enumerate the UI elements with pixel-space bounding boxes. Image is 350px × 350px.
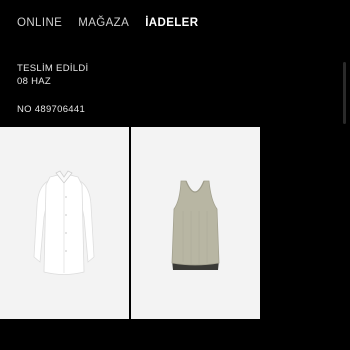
order-date: 08 HAZ: [17, 76, 52, 87]
order-type-tabs: ONLINE MAĞAZA İADELER: [17, 17, 198, 29]
scrollbar[interactable]: [343, 62, 346, 124]
product-tank-top[interactable]: [131, 127, 260, 319]
tab-store[interactable]: MAĞAZA: [78, 17, 129, 29]
order-status: TESLİM EDİLDİ: [17, 63, 89, 74]
product-shirt[interactable]: [0, 127, 129, 319]
tab-returns[interactable]: İADELER: [145, 17, 198, 29]
order-products: [0, 127, 260, 319]
order-info[interactable]: TESLİM EDİLDİ 08 HAZ NO 489706441: [17, 62, 88, 116]
beige-tank-top-image: [171, 180, 220, 270]
order-number: NO 489706441: [17, 104, 86, 115]
white-shirt-image: [33, 170, 95, 275]
returns-page: ONLINE MAĞAZA İADELER TESLİM EDİLDİ 08 H…: [0, 0, 350, 350]
tab-online[interactable]: ONLINE: [17, 17, 62, 29]
